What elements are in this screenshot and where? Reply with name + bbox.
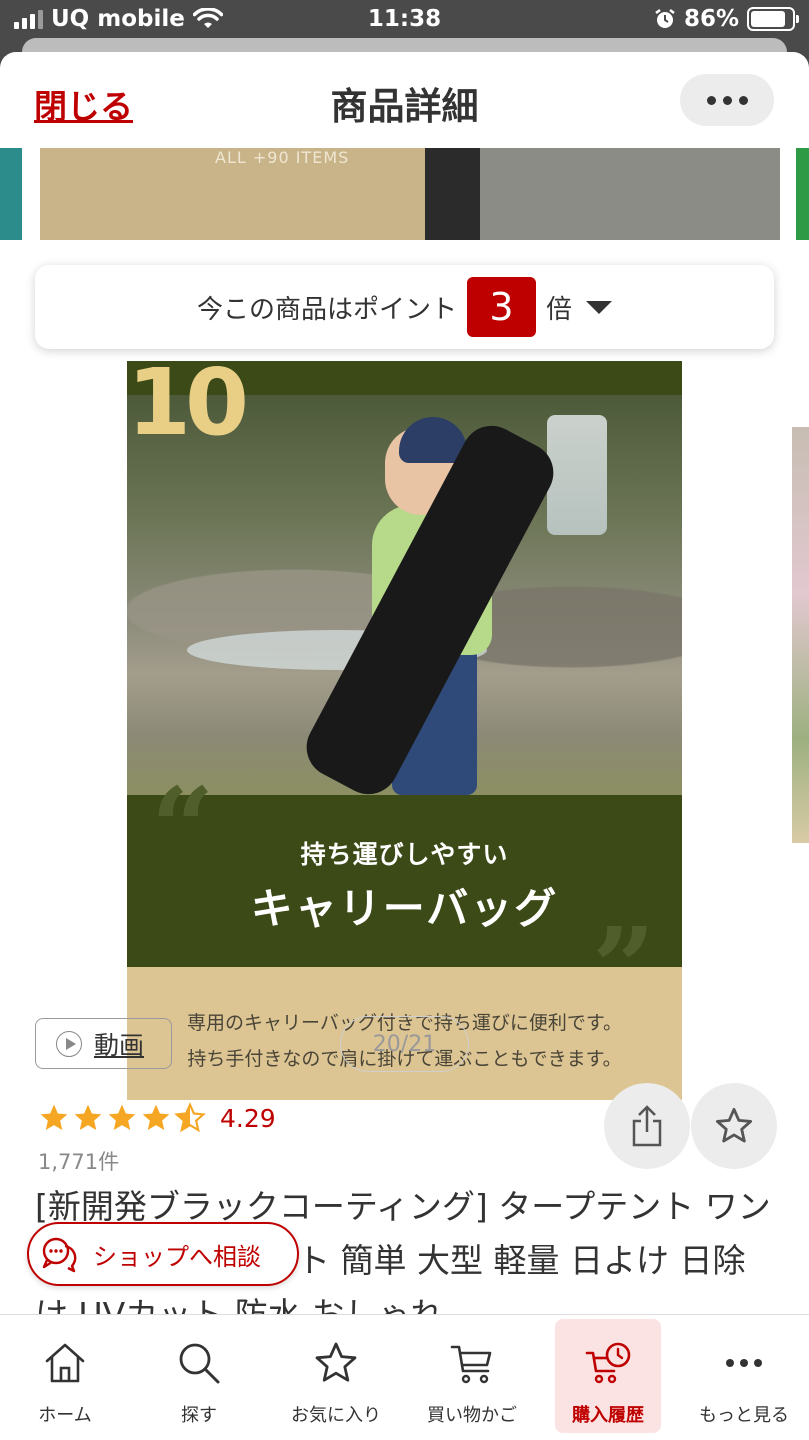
star-full-icon: [142, 1104, 170, 1130]
more-dots-icon: [726, 1359, 762, 1367]
tab-label: 購入履歴: [572, 1405, 644, 1426]
points-multiplier: 3: [467, 277, 536, 337]
play-icon: [56, 1030, 82, 1057]
star-icon: [315, 1342, 357, 1382]
shop-consult-button[interactable]: ショップへ相談: [27, 1222, 299, 1286]
tab-label: 探す: [181, 1405, 217, 1426]
dot-icon: [706, 95, 716, 105]
star-full-icon: [40, 1104, 68, 1130]
star-full-icon: [74, 1104, 102, 1130]
tab-label: ホーム: [38, 1405, 92, 1426]
more-options-button[interactable]: [680, 74, 774, 126]
points-banner[interactable]: 今この商品はポイント 3 倍: [35, 265, 774, 349]
battery-percent: 86%: [683, 6, 739, 32]
header: 閉じる 商品詳細: [0, 52, 809, 148]
dot-icon: [738, 95, 748, 105]
image-page-counter: 20/21: [340, 1016, 469, 1072]
tab-cart[interactable]: 買い物かご: [422, 1319, 522, 1433]
feature-subtitle: 持ち運びしやすい: [300, 840, 509, 869]
tab-label: お気に入り: [291, 1405, 381, 1426]
tab-purchase-history[interactable]: 購入履歴: [555, 1319, 661, 1433]
shop-consult-label: ショップへ相談: [93, 1242, 261, 1271]
tab-home[interactable]: ホーム: [15, 1319, 115, 1433]
status-right: 86%: [654, 6, 799, 32]
product-image[interactable]: 10 “ 持ち運びしやすい キャリーバッグ ” 専用のキャリーバッグ付きで持ち運…: [127, 361, 682, 1100]
image-carousel[interactable]: ALL +90 ITEMS 10 “ 持ち運びしやすい キャリーバッグ ”: [0, 148, 809, 1100]
battery-icon: [747, 7, 799, 31]
share-icon: [632, 1105, 662, 1147]
feature-panel: “ 持ち運びしやすい キャリーバッグ ”: [127, 773, 682, 1023]
alarm-icon: [655, 9, 675, 28]
tab-favorites[interactable]: お気に入り: [286, 1319, 386, 1433]
tab-search[interactable]: 探す: [149, 1319, 249, 1433]
rating-stars: [38, 1102, 206, 1134]
favorite-button[interactable]: [691, 1083, 777, 1169]
search-icon: [179, 1343, 220, 1384]
rating-value: 4.29: [220, 1103, 276, 1133]
star-half-icon: [174, 1102, 206, 1133]
home-icon: [45, 1343, 85, 1383]
peek-text: ALL +90 ITEMS: [215, 148, 350, 167]
review-count[interactable]: 1,771件: [38, 1146, 119, 1176]
star-outline-icon: [715, 1107, 753, 1143]
carousel-peek-next-image: [792, 427, 809, 843]
share-button[interactable]: [604, 1083, 690, 1169]
carousel-peek-top: ALL +90 ITEMS: [40, 148, 780, 240]
dot-icon: [722, 95, 732, 105]
points-suffix: 倍: [546, 294, 573, 325]
tab-more[interactable]: もっと見る: [693, 1319, 795, 1433]
tab-label: 買い物かご: [427, 1405, 517, 1426]
tab-label: もっと見る: [699, 1405, 789, 1426]
bottom-tab-bar: ホーム 探す お気に入り 買い物かご 購入履歴 もっと見る: [0, 1314, 809, 1440]
star-full-icon: [108, 1104, 136, 1130]
rating-row[interactable]: 4.29: [38, 1102, 276, 1134]
points-prefix: 今この商品はポイント: [196, 294, 457, 325]
close-button[interactable]: 閉じる: [34, 80, 133, 128]
product-detail-sheet: 閉じる 商品詳細 ALL +90 ITEMS 10 “ 持ち運びしやすい キャリ…: [0, 52, 809, 1440]
carousel-peek-next: [796, 148, 809, 240]
waterfall: [547, 415, 607, 535]
chevron-down-icon: [586, 300, 613, 314]
cart-icon: [450, 1345, 492, 1384]
video-label: 動画: [94, 1030, 145, 1060]
chat-icon: [42, 1237, 77, 1273]
carousel-peek-prev: [0, 148, 22, 240]
purchase-history-icon: [585, 1342, 631, 1384]
video-button[interactable]: 動画: [35, 1018, 172, 1069]
feature-number: 10: [127, 361, 249, 456]
